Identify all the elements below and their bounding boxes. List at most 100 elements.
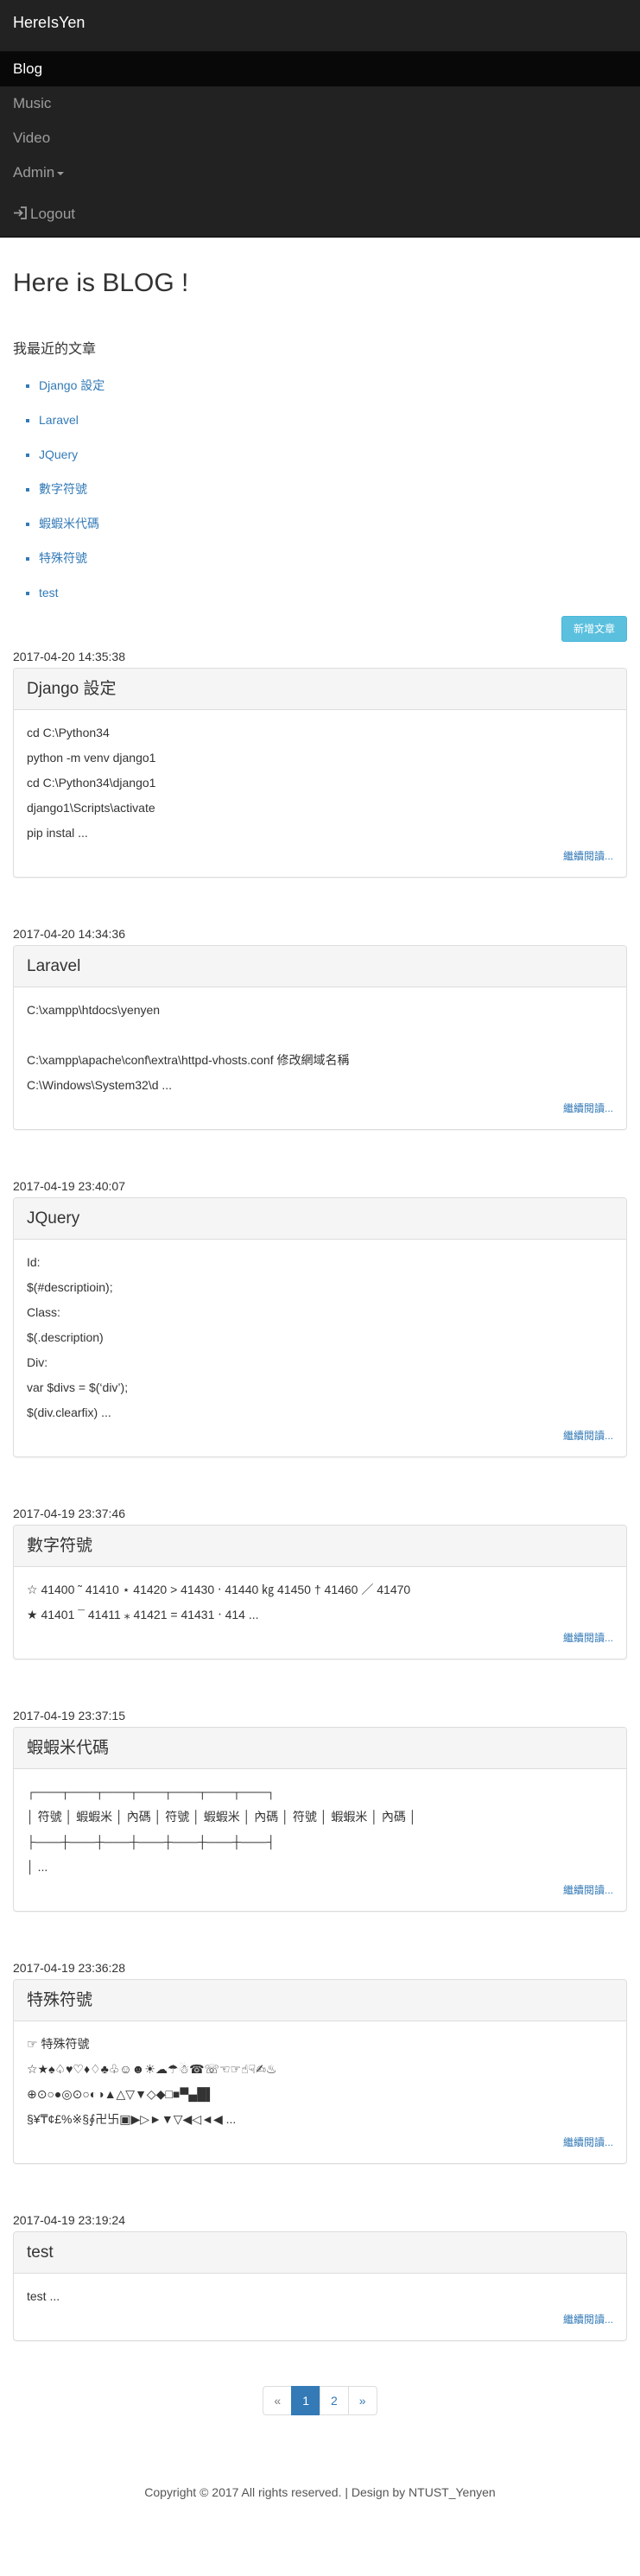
brand-link[interactable]: HereIsYen <box>13 0 85 45</box>
excerpt-line: $(.description) <box>27 1329 104 1344</box>
excerpt-line: C:\xampp\htdocs\yenyen <box>27 1002 161 1017</box>
read-more-link[interactable]: 繼續閱讀... <box>27 1880 613 1900</box>
logout-label: Logout <box>30 206 75 222</box>
excerpt-line: django1\Scripts\activate <box>27 800 155 815</box>
article-link[interactable]: Laravel <box>39 413 79 427</box>
post-title[interactable]: 蝦蝦米代碼 <box>27 1736 613 1760</box>
article-link[interactable]: 特殊符號 <box>39 551 87 565</box>
post-panel: test test ... 繼續閱讀... <box>13 2230 627 2341</box>
excerpt-line: Id: <box>27 1254 41 1269</box>
post-title[interactable]: Laravel <box>27 955 613 978</box>
page-title: Here is BLOG ! <box>13 269 189 297</box>
post-panel-heading: 蝦蝦米代碼 <box>14 1727 626 1769</box>
article-link[interactable]: JQuery <box>39 447 78 461</box>
post-excerpt: ┌───┬───┬───┬───┬───┬───┬───┐ │ 符號 │ 蝦蝦米… <box>14 1769 626 1911</box>
excerpt-line: pip instal ... <box>27 825 88 840</box>
read-more-link[interactable]: 繼續閱讀... <box>27 2309 613 2330</box>
excerpt-line: §¥₸¢£%※§∮卍卐▣▶▷►▼▽◀◁◄◀ ... <box>27 2111 237 2126</box>
prev-page-link[interactable]: « <box>263 2385 293 2415</box>
post-title[interactable]: 特殊符號 <box>27 1989 613 2012</box>
list-item: test <box>39 585 627 619</box>
nav-item-video[interactable]: Video <box>0 121 640 155</box>
post-card: 2017-04-20 14:35:38 Django 設定 cd C:\Pyth… <box>13 645 627 878</box>
list-item: 蝦蝦米代碼 <box>39 516 627 550</box>
post-title[interactable]: JQuery <box>27 1207 613 1230</box>
post-date: 2017-04-20 14:35:38 <box>13 649 125 663</box>
pagination-list: « 1 2 » <box>263 2385 377 2415</box>
pagination: « 1 2 » <box>13 2385 627 2415</box>
article-link[interactable]: 數字符號 <box>39 482 87 496</box>
post-title[interactable]: 數字符號 <box>27 1534 613 1558</box>
post-title[interactable]: test <box>27 2241 613 2264</box>
excerpt-line: ⊕⊙○●◎⊙○◐◑▲△▽▼◇◆□■▀▄█▌ <box>27 2086 215 2101</box>
recent-articles-heading: 我最近的文章 <box>13 342 97 357</box>
excerpt-line: Div: <box>27 1355 48 1369</box>
post-title[interactable]: Django 設定 <box>27 677 613 701</box>
recent-articles-list: Django 設定 Laravel JQuery 數字符號 蝦蝦米代碼 特殊符號… <box>13 378 627 619</box>
post-excerpt: Id: $(#descriptioin); Class: $(.descript… <box>14 1240 626 1456</box>
read-more-link[interactable]: 繼續閱讀... <box>27 2132 613 2153</box>
nav-item-music[interactable]: Music <box>0 86 640 121</box>
excerpt-line: ☆★♠♤♥♡♦♢♣♧☺☻☀☁☂☃☎☏☜☞☝☟✍♨ <box>27 2061 277 2076</box>
post-panel: 數字符號 ☆ 41400 ˜ 41410 ⋆ 41420 > 41430 ‧ 4… <box>13 1524 627 1659</box>
post-excerpt: C:\xampp\htdocs\yenyen C:\xampp\apache\c… <box>14 987 626 1129</box>
article-link[interactable]: 蝦蝦米代碼 <box>39 517 99 530</box>
post-card: 2017-04-19 23:40:07 JQuery Id: $(#descri… <box>13 1175 627 1457</box>
post-card: 2017-04-19 23:36:28 特殊符號 ☞ 特殊符號 ☆★♠♤♥♡♦♢… <box>13 1957 627 2164</box>
excerpt-line: ★ 41401 ¯ 41411 ⁎ 41421 = 41431 ‧ 414 ..… <box>27 1607 259 1621</box>
post-card: 2017-04-19 23:19:24 test test ... 繼續閱讀..… <box>13 2209 627 2341</box>
post-date: 2017-04-19 23:19:24 <box>13 2212 125 2227</box>
read-more-link[interactable]: 繼續閱讀... <box>27 1627 613 1648</box>
list-item: Laravel <box>39 412 627 447</box>
excerpt-line: ├───┼───┼───┼───┼───┼───┼───┤ <box>27 1834 276 1849</box>
post-panel-heading: 特殊符號 <box>14 1979 626 2021</box>
nav-item-admin-dropdown[interactable]: Admin <box>0 155 640 190</box>
post-excerpt: cd C:\Python34 python -m venv django1 cd… <box>14 710 626 877</box>
page-link-2[interactable]: 2 <box>320 2385 349 2415</box>
new-article-button[interactable]: 新增文章 <box>561 615 627 642</box>
excerpt-line: cd C:\Python34\django1 <box>27 775 156 790</box>
post-panel-heading: Django 設定 <box>14 668 626 710</box>
top-navbar: HereIsYen Blog Music Video Admin Logout <box>0 0 640 238</box>
page-link-1[interactable]: 1 <box>291 2385 320 2415</box>
excerpt-line: ┌───┬───┬───┬───┬───┬───┬───┐ <box>27 1784 276 1799</box>
post-date: 2017-04-19 23:37:15 <box>13 1708 125 1723</box>
excerpt-line: │ 符號 │ 蝦蝦米 │ 內碼 │ 符號 │ 蝦蝦米 │ 內碼 │ 符號 │ 蝦… <box>27 1809 417 1824</box>
article-link[interactable]: test <box>39 586 59 600</box>
excerpt-line: ☆ 41400 ˜ 41410 ⋆ 41420 > 41430 ‧ 41440 … <box>27 1582 411 1596</box>
excerpt-line: Class: <box>27 1304 60 1319</box>
list-item: Django 設定 <box>39 378 627 412</box>
post-excerpt: ☆ 41400 ˜ 41410 ⋆ 41420 > 41430 ‧ 41440 … <box>14 1567 626 1659</box>
excerpt-line: C:\xampp\apache\conf\extra\httpd-vhosts.… <box>27 1052 350 1067</box>
excerpt-line: $(#descriptioin); <box>27 1279 113 1294</box>
post-date: 2017-04-19 23:36:28 <box>13 1960 125 1975</box>
post-excerpt: ☞ 特殊符號 ☆★♠♤♥♡♦♢♣♧☺☻☀☁☂☃☎☏☜☞☝☟✍♨ ⊕⊙○●◎⊙○◐… <box>14 2021 626 2163</box>
post-panel: JQuery Id: $(#descriptioin); Class: $(.d… <box>13 1196 627 1457</box>
copyright-text: Copyright © 2017 All rights reserved. | … <box>144 2484 496 2499</box>
post-panel-heading: JQuery <box>14 1197 626 1240</box>
post-panel: Laravel C:\xampp\htdocs\yenyen C:\xampp\… <box>13 944 627 1130</box>
excerpt-line: python -m venv django1 <box>27 750 156 765</box>
nav-item-label: Blog <box>13 60 43 77</box>
list-item: 數字符號 <box>39 481 627 516</box>
logout-link[interactable]: Logout <box>0 197 640 232</box>
excerpt-line: cd C:\Python34 <box>27 725 110 739</box>
post-panel-heading: test <box>14 2231 626 2274</box>
post-panel: Django 設定 cd C:\Python34 python -m venv … <box>13 667 627 878</box>
post-panel: 特殊符號 ☞ 特殊符號 ☆★♠♤♥♡♦♢♣♧☺☻☀☁☂☃☎☏☜☞☝☟✍♨ ⊕⊙○… <box>13 1978 627 2164</box>
footer: Copyright © 2017 All rights reserved. | … <box>13 2484 627 2536</box>
nav-menu: Blog Music Video Admin Logout <box>0 51 640 232</box>
main-content: Here is BLOG ! 我最近的文章 Django 設定 Laravel … <box>0 269 640 2536</box>
read-more-link[interactable]: 繼續閱讀... <box>27 1425 613 1446</box>
read-more-link[interactable]: 繼續閱讀... <box>27 846 613 866</box>
nav-item-blog[interactable]: Blog <box>0 52 640 86</box>
post-excerpt: test ... 繼續閱讀... <box>14 2274 626 2340</box>
log-in-icon <box>13 198 29 232</box>
post-panel: 蝦蝦米代碼 ┌───┬───┬───┬───┬───┬───┬───┐ │ 符號… <box>13 1726 627 1912</box>
read-more-link[interactable]: 繼續閱讀... <box>27 1098 613 1119</box>
list-item: 特殊符號 <box>39 550 627 585</box>
article-link[interactable]: Django 設定 <box>39 378 105 392</box>
excerpt-line: ☞ 特殊符號 <box>27 2036 90 2051</box>
post-panel-heading: Laravel <box>14 945 626 987</box>
next-page-link[interactable]: » <box>347 2385 377 2415</box>
